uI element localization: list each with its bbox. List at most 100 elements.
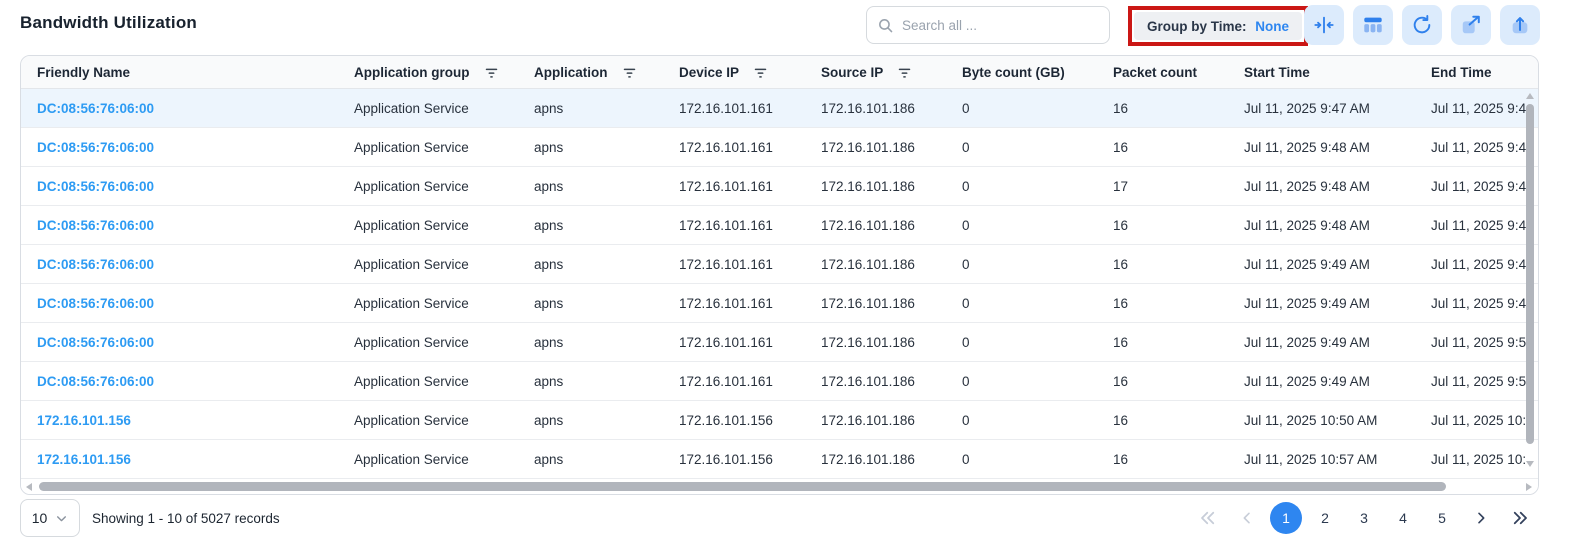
table-cell: Application Service — [354, 335, 534, 350]
column-header-source-ip[interactable]: Source IP — [821, 65, 962, 80]
scroll-up-icon[interactable] — [1526, 93, 1534, 99]
column-header-byte-count-gb[interactable]: Byte count (GB) — [962, 65, 1113, 80]
search-input[interactable] — [902, 18, 1099, 33]
table-cell: Jul 11, 2025 10:57 AM — [1244, 452, 1431, 467]
table-cell: 0 — [962, 218, 1113, 233]
friendly-name-link[interactable]: DC:08:56:76:06:00 — [37, 374, 354, 389]
column-label: Application — [534, 65, 608, 80]
bandwidth-table: Friendly NameApplication groupApplicatio… — [20, 55, 1539, 495]
table-footer: 10 Showing 1 - 10 of 5027 records 12345 — [0, 498, 1579, 542]
column-header-device-ip[interactable]: Device IP — [679, 65, 821, 80]
table-cell: Jul 11, 2025 9:4 — [1431, 101, 1538, 116]
table-cell: 0 — [962, 374, 1113, 389]
table-cell: apns — [534, 179, 679, 194]
friendly-name-link[interactable]: DC:08:56:76:06:00 — [37, 296, 354, 311]
table-cell: 172.16.101.186 — [821, 101, 962, 116]
group-by-value: None — [1255, 19, 1289, 34]
table-cell: 16 — [1113, 413, 1244, 428]
table-row: DC:08:56:76:06:00Application Serviceapns… — [21, 323, 1538, 362]
vertical-scrollbar[interactable] — [1524, 91, 1536, 479]
table-cell: Jul 11, 2025 10: — [1431, 452, 1538, 467]
friendly-name-link[interactable]: DC:08:56:76:06:00 — [37, 101, 354, 116]
friendly-name-link[interactable]: DC:08:56:76:06:00 — [37, 140, 354, 155]
first-page-button[interactable] — [1192, 502, 1224, 534]
column-header-application[interactable]: Application — [534, 65, 679, 80]
table-cell: 172.16.101.161 — [679, 374, 821, 389]
table-cell: Jul 11, 2025 9:49 AM — [1244, 374, 1431, 389]
filter-icon[interactable] — [622, 65, 637, 80]
table-cell: Jul 11, 2025 9:4 — [1431, 140, 1538, 155]
table-cell: 172.16.101.161 — [679, 335, 821, 350]
last-page-button[interactable] — [1504, 502, 1536, 534]
column-header-packet-count[interactable]: Packet count — [1113, 65, 1244, 80]
table-cell: Jul 11, 2025 9:4 — [1431, 296, 1538, 311]
page-button-5[interactable]: 5 — [1426, 502, 1458, 534]
table-cell: 0 — [962, 101, 1113, 116]
column-header-start-time[interactable]: Start Time — [1244, 65, 1431, 80]
export-button[interactable] — [1500, 5, 1540, 45]
table-cell: 17 — [1113, 179, 1244, 194]
table-row: DC:08:56:76:06:00Application Serviceapns… — [21, 206, 1538, 245]
table-cell: 16 — [1113, 101, 1244, 116]
collapse-columns-button[interactable] — [1304, 5, 1344, 45]
table-row: DC:08:56:76:06:00Application Serviceapns… — [21, 245, 1538, 284]
filter-icon[interactable] — [753, 65, 768, 80]
table-cell: Application Service — [354, 257, 534, 272]
refresh-button[interactable] — [1402, 5, 1442, 45]
table-cell: 172.16.101.186 — [821, 140, 962, 155]
page-button-4[interactable]: 4 — [1387, 502, 1419, 534]
search-box[interactable] — [866, 6, 1110, 44]
table-cell: apns — [534, 257, 679, 272]
scroll-right-icon[interactable] — [1526, 483, 1532, 491]
friendly-name-link[interactable]: DC:08:56:76:06:00 — [37, 218, 354, 233]
next-page-button[interactable] — [1465, 502, 1497, 534]
table-cell: 172.16.101.156 — [679, 452, 821, 467]
table-columns-button[interactable] — [1353, 5, 1393, 45]
page-button-2[interactable]: 2 — [1309, 502, 1341, 534]
table-cell: apns — [534, 101, 679, 116]
toolbar — [1304, 5, 1540, 45]
table-cell: 172.16.101.161 — [679, 296, 821, 311]
friendly-name-link[interactable]: DC:08:56:76:06:00 — [37, 335, 354, 350]
pagination: 12345 — [1192, 498, 1536, 538]
table-cell: 172.16.101.186 — [821, 296, 962, 311]
column-header-end-time[interactable]: End Time — [1431, 65, 1538, 80]
table-cell: 172.16.101.161 — [679, 218, 821, 233]
table-row: DC:08:56:76:06:00Application Serviceapns… — [21, 167, 1538, 206]
friendly-name-link[interactable]: DC:08:56:76:06:00 — [37, 179, 354, 194]
table-cell: 0 — [962, 257, 1113, 272]
scroll-down-icon[interactable] — [1526, 461, 1534, 467]
table-cell: 172.16.101.186 — [821, 218, 962, 233]
prev-page-button[interactable] — [1231, 502, 1263, 534]
column-header-friendly-name[interactable]: Friendly Name — [37, 65, 354, 80]
table-cell: Jul 11, 2025 9:4 — [1431, 218, 1538, 233]
chevron-down-icon — [55, 512, 68, 525]
filter-icon[interactable] — [484, 65, 499, 80]
friendly-name-link[interactable]: 172.16.101.156 — [37, 413, 354, 428]
table-cell: Jul 11, 2025 10: — [1431, 413, 1538, 428]
column-label: Byte count (GB) — [962, 65, 1065, 80]
friendly-name-link[interactable]: DC:08:56:76:06:00 — [37, 257, 354, 272]
bandwidth-utilization-page: Bandwidth Utilization Group by Time: Non… — [0, 0, 1579, 544]
table-cell: apns — [534, 413, 679, 428]
open-external-icon — [1460, 14, 1482, 36]
scroll-left-icon[interactable] — [26, 483, 32, 491]
horizontal-scrollbar[interactable] — [21, 480, 1538, 494]
column-label: Start Time — [1244, 65, 1310, 80]
horizontal-scrollbar-thumb[interactable] — [39, 482, 1446, 491]
table-cell: 16 — [1113, 335, 1244, 350]
friendly-name-link[interactable]: 172.16.101.156 — [37, 452, 354, 467]
column-header-application-group[interactable]: Application group — [354, 65, 534, 80]
table-cell: 172.16.101.186 — [821, 452, 962, 467]
table-cell: 16 — [1113, 257, 1244, 272]
table-row: 172.16.101.156Application Serviceapns172… — [21, 440, 1538, 479]
top-bar: Bandwidth Utilization Group by Time: Non… — [0, 0, 1579, 50]
page-button-1[interactable]: 1 — [1270, 502, 1302, 534]
filter-icon[interactable] — [897, 65, 912, 80]
page-button-3[interactable]: 3 — [1348, 502, 1380, 534]
open-external-button[interactable] — [1451, 5, 1491, 45]
vertical-scrollbar-thumb[interactable] — [1526, 104, 1534, 444]
page-size-select[interactable]: 10 — [20, 499, 80, 537]
group-by-time-button[interactable]: Group by Time: None — [1134, 12, 1302, 40]
page-size-value: 10 — [32, 510, 48, 526]
